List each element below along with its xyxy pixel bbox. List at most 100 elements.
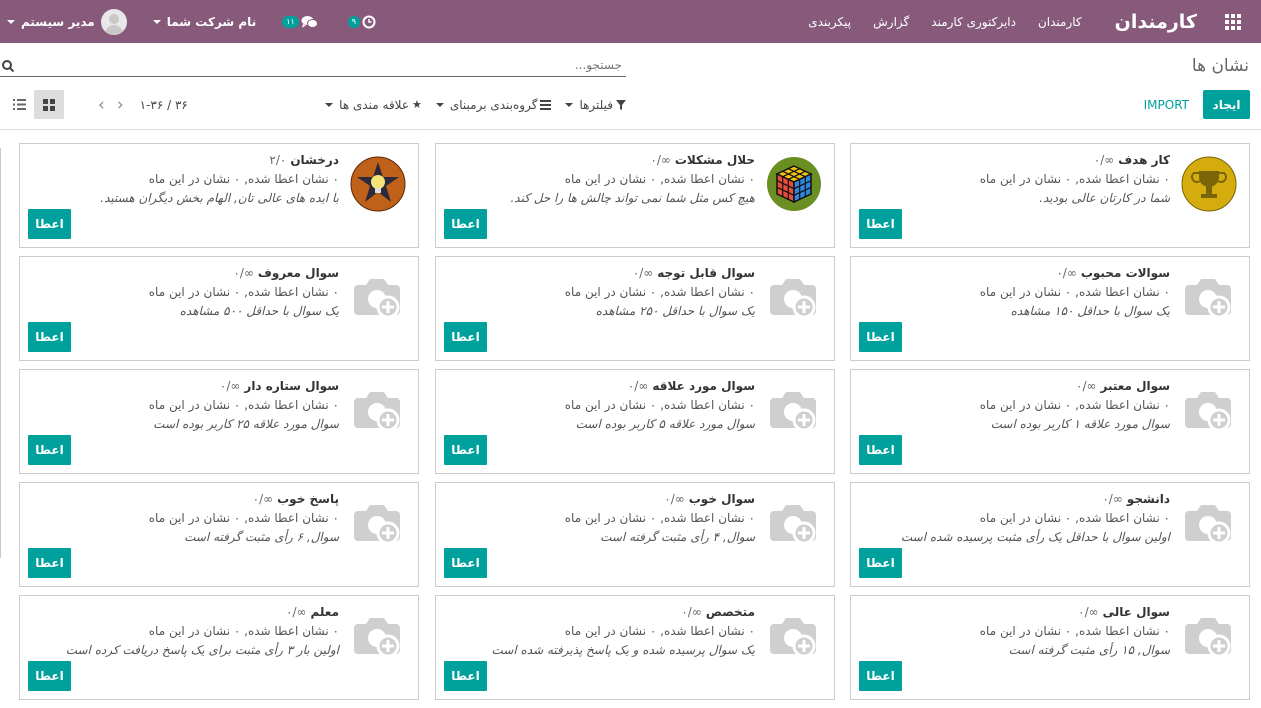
list-view-button[interactable] [4,90,34,119]
badge-card[interactable]: سوال معروف∞/۰ ۰ نشان اعطا شده, ۰ نشان در … [19,256,419,361]
user-name: مدیر سیستم [21,14,95,29]
company-switcher[interactable]: نام شرکت شما [152,14,257,29]
badge-stats: ۰ نشان اعطا شده, ۰ نشان در این ماه [564,172,755,186]
badge-description: اولین سوال با حداقل یک رأی مثبت پرسیده ش… [900,530,1170,544]
badge-count: ∞/۰ [1078,605,1099,619]
messages-button[interactable]: ۱۱ [282,15,318,29]
badge-card[interactable]: سوالات محبوب∞/۰ ۰ نشان اعطا شده, ۰ نشان د… [850,256,1250,361]
badge-description: سوال, ۴ رأی مثبت گرفته است [600,530,755,544]
grant-button[interactable]: اعطا [859,548,902,578]
badge-count: ∞/۰ [219,379,241,393]
top-navbar: کارمندان کارمندان دایرکتوری کارمند گزارش… [0,0,1261,43]
user-menu[interactable]: مدیر سیستم [3,8,127,35]
activities-button[interactable]: ۹ [347,15,376,29]
badge-name: معلم∞/۰ [286,605,339,619]
star-lightbulb-icon [350,156,406,212]
apps-menu-icon[interactable] [1213,0,1253,43]
camera-add-icon [350,608,406,664]
grant-button[interactable]: اعطا [28,209,71,239]
kanban-view-button[interactable] [34,90,64,119]
grant-button[interactable]: اعطا [444,322,487,352]
company-name: نام شرکت شما [166,14,257,29]
grant-button[interactable]: اعطا [28,661,71,691]
badge-title: سوال قابل توجه [657,266,755,280]
grant-button[interactable]: اعطا [859,435,902,465]
badge-card[interactable]: سوال ستاره دار∞/۰ ۰ نشان اعطا شده, ۰ نشان… [19,369,419,474]
import-button[interactable]: IMPORT [1144,90,1189,119]
badge-name: سوال معروف∞/۰ [233,266,339,280]
trophy-icon [1181,156,1237,212]
chevron-right-icon[interactable]: › [117,95,124,115]
badge-card[interactable]: معلم∞/۰ ۰ نشان اعطا شده, ۰ نشان در این ما… [19,595,419,700]
badge-name: حلال مشکلات∞/۰ [650,153,755,167]
grant-button[interactable]: اعطا [444,661,487,691]
filter-icon [616,99,626,110]
badge-card[interactable]: حلال مشکلات∞/۰ ۰ نشان اعطا شده, ۰ نشان در… [435,143,835,248]
badge-stats: ۰ نشان اعطا شده, ۰ نشان در این ماه [148,285,339,299]
grant-button[interactable]: اعطا [28,435,71,465]
app-brand[interactable]: کارمندان [1115,11,1197,33]
menu-reporting[interactable]: گزارش [873,15,909,29]
badge-stats: ۰ نشان اعطا شده, ۰ نشان در این ماه [979,624,1170,638]
camera-add-icon [766,382,822,438]
badge-name: سوال قابل توجه∞/۰ [633,266,755,280]
badge-card[interactable]: سوال معتبر∞/۰ ۰ نشان اعطا شده, ۰ نشان در … [850,369,1250,474]
badge-card[interactable]: سوال عالی∞/۰ ۰ نشان اعطا شده, ۰ نشان در ا… [850,595,1250,700]
badge-name: کار هدف∞/۰ [1094,153,1170,167]
badge-card[interactable]: کار هدف∞/۰ ۰ نشان اعطا شده, ۰ نشان در این… [850,143,1250,248]
camera-add-icon [1181,495,1237,551]
chevron-down-icon [435,102,444,107]
badge-title: متخصص [705,605,755,619]
badge-count: ∞/۰ [650,153,671,167]
chevron-down-icon [325,102,334,107]
badge-title: سوالات محبوب [1080,266,1170,280]
chevron-left-icon[interactable]: ‹ [98,95,105,115]
menu-employee-directory[interactable]: دایرکتوری کارمند [931,15,1016,29]
badge-card[interactable]: سوال قابل توجه∞/۰ ۰ نشان اعطا شده, ۰ نشان… [435,256,835,361]
badge-title: سوال عالی [1102,605,1170,619]
badge-stats: ۰ نشان اعطا شده, ۰ نشان در این ماه [148,624,339,638]
filters-dropdown[interactable]: فیلترها [565,98,626,112]
badge-name: سوال ستاره دار∞/۰ [220,379,339,393]
create-button[interactable]: ایجاد [1203,90,1250,119]
badge-name: سوال معتبر∞/۰ [1076,379,1170,393]
grant-button[interactable]: اعطا [444,548,487,578]
rubiks-cube-icon [766,156,822,212]
grant-button[interactable]: اعطا [444,435,487,465]
groupby-dropdown[interactable]: گروه‌بندی برمبنای [435,98,552,112]
search-icon[interactable] [2,60,14,72]
badge-card[interactable]: سوال مورد علاقه∞/۰ ۰ نشان اعطا شده, ۰ نشا… [435,369,835,474]
badge-card[interactable]: دانشجو∞/۰ ۰ نشان اعطا شده, ۰ نشان در این … [850,482,1250,587]
badge-card[interactable]: سوال خوب∞/۰ ۰ نشان اعطا شده, ۰ نشان در ای… [435,482,835,587]
search-input[interactable] [22,55,622,75]
camera-add-icon [766,608,822,664]
camera-add-icon [350,269,406,325]
activities-badge: ۹ [347,15,361,28]
badge-card[interactable]: پاسخ خوب∞/۰ ۰ نشان اعطا شده, ۰ نشان در ای… [19,482,419,587]
badge-count: ∞/۰ [681,605,702,619]
grant-button[interactable]: اعطا [28,548,71,578]
favorites-dropdown[interactable]: ★ علاقه مندی ها [325,98,422,112]
grant-button[interactable]: اعطا [859,661,902,691]
chevron-down-icon [7,19,15,24]
control-panel: نشان ها ایجاد IMPORT فیلترها گروه‌بندی ب… [0,44,1261,130]
badge-title: حلال مشکلات [674,153,755,167]
badge-name: سوال مورد علاقه∞/۰ [628,379,755,393]
badge-description: اولین بار ۳ رأی مثبت برای یک پاسخ دریافت… [65,643,339,657]
badge-description: شما در کارتان عالی بودید. [1039,191,1170,205]
grant-button[interactable]: اعطا [859,209,902,239]
menu-employees[interactable]: کارمندان [1038,15,1082,29]
badge-description: یک سوال با حداقل ۱۵۰ مشاهده [1010,304,1170,318]
grant-button[interactable]: اعطا [859,322,902,352]
badge-stats: ۰ نشان اعطا شده, ۰ نشان در این ماه [564,398,755,412]
search-bar [0,55,626,77]
pager-value[interactable]: ۱-۳۶ / ۳۶ [140,98,188,112]
badge-count: ∞/۰ [285,605,307,619]
grant-button[interactable]: اعطا [28,322,71,352]
avatar [100,8,127,35]
badge-card[interactable]: درخشان۲/۰ ۰ نشان اعطا شده, ۰ نشان در این … [19,143,419,248]
grant-button[interactable]: اعطا [444,209,487,239]
badge-card[interactable]: متخصص∞/۰ ۰ نشان اعطا شده, ۰ نشان در این م… [435,595,835,700]
badge-description: یک سوال با حداقل ۵۰۰ مشاهده [179,304,339,318]
menu-configuration[interactable]: پیکربندی [808,15,851,29]
